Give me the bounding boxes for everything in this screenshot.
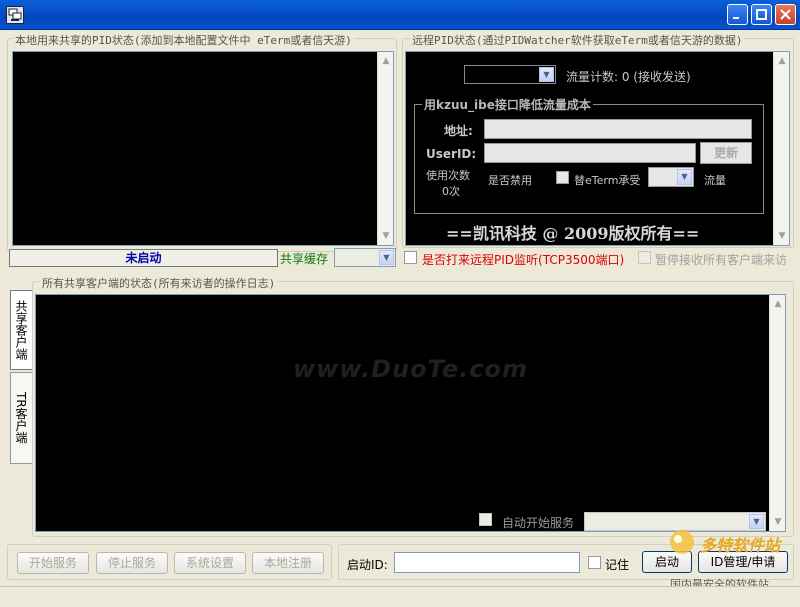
remote-pid-panel: ▼ 流量计数: 0 (接收发送) 用kzuu_ibe接口降低流量成本 地址: U… <box>405 51 790 246</box>
address-input[interactable] <box>484 119 752 139</box>
watermark-logo-text: 多特软件站 <box>700 536 781 555</box>
local-pid-legend: 本地用来共享的PID状态(添加到本地配置文件中 eTerm或者信天游) <box>13 32 354 48</box>
traffic-counter: 流量计数: 0 (接收发送) <box>566 70 691 84</box>
scroll-up-icon[interactable]: ▲ <box>772 298 784 310</box>
scroll-down-icon[interactable]: ▼ <box>772 516 784 528</box>
pause-receive-label[interactable]: 暂停接收所有客户端来访 <box>655 251 787 268</box>
remote-pid-legend: 远程PID状态(通过PIDWatcher软件获取eTerm或者信天游的数据) <box>410 32 745 48</box>
remote-listen-label[interactable]: 是否打来远程PID监听(TCP3500端口) <box>422 251 624 268</box>
address-label: 地址: <box>444 124 473 138</box>
remember-checkbox[interactable] <box>588 556 601 569</box>
scroll-down-icon[interactable]: ▼ <box>776 230 788 242</box>
start-id-input[interactable] <box>394 552 580 573</box>
app-icon <box>6 6 24 24</box>
scroll-up-icon[interactable]: ▲ <box>776 55 788 67</box>
remember-label[interactable]: 记住 <box>605 556 629 573</box>
flow-label: 流量 <box>704 174 726 187</box>
remote-pid-scrollbar[interactable]: ▲ ▼ <box>773 52 789 245</box>
userid-label: UserID: <box>426 147 477 161</box>
chevron-down-icon: ▼ <box>749 514 764 529</box>
close-icon <box>780 9 791 20</box>
status-bar <box>0 586 800 607</box>
auto-start-checkbox[interactable] <box>479 513 492 526</box>
close-button[interactable] <box>775 4 796 25</box>
tab-tr-label: TR客户端 <box>14 392 28 444</box>
disable-label: 是否禁用 <box>488 174 532 187</box>
refresh-button[interactable]: 更新 <box>700 142 752 164</box>
usage-count-label: 使用次数 <box>426 169 470 182</box>
system-settings-button[interactable]: 系统设置 <box>174 552 246 574</box>
inherit-label: 替eTerm承受 <box>574 174 641 187</box>
chevron-down-icon: ▼ <box>677 169 692 185</box>
usage-count-value: 0次 <box>442 185 460 198</box>
minimize-button[interactable] <box>727 4 748 25</box>
local-pid-scrollbar[interactable]: ▲ ▼ <box>377 52 393 245</box>
title-bar <box>0 0 800 30</box>
watermark-center: www.DuoTe.com <box>293 355 528 383</box>
local-register-button[interactable]: 本地注册 <box>252 552 324 574</box>
share-cache-label: 共享缓存 <box>280 252 329 266</box>
chevron-down-icon: ▼ <box>379 250 394 265</box>
tab-share-clients[interactable]: 共享客户端 <box>10 290 32 370</box>
chevron-down-icon: ▼ <box>539 67 554 82</box>
remote-source-select[interactable]: ▼ <box>464 65 556 84</box>
clients-scrollbar[interactable]: ▲ ▼ <box>769 295 785 531</box>
pause-receive-checkbox[interactable] <box>638 251 651 264</box>
scroll-down-icon[interactable]: ▼ <box>380 230 392 242</box>
maximize-button[interactable] <box>751 4 772 25</box>
tab-share-label: 共享客户端 <box>14 300 28 360</box>
clients-legend: 所有共享客户端的状态(所有来访者的操作日志) <box>40 275 278 291</box>
logo-icon <box>670 530 694 554</box>
userid-input[interactable] <box>484 143 696 163</box>
stop-service-button[interactable]: 停止服务 <box>96 552 168 574</box>
copyright-text: ==凯讯科技 @ 2009版权所有== <box>446 224 700 243</box>
start-id-label: 启动ID: <box>347 558 388 572</box>
tab-tr-clients[interactable]: TR客户端 <box>10 372 32 464</box>
watermark-logo: 多特软件站 <box>668 528 798 556</box>
local-pid-list[interactable]: ▲ ▼ <box>12 51 394 246</box>
clients-log[interactable]: www.DuoTe.com 自动开始服务 ▼ ▲ ▼ <box>35 294 786 532</box>
share-cache-select[interactable]: ▼ <box>334 248 396 267</box>
inherit-select[interactable]: ▼ <box>648 167 694 187</box>
disable-checkbox[interactable] <box>556 171 569 184</box>
remote-listen-checkbox[interactable] <box>404 251 417 264</box>
start-service-button[interactable]: 开始服务 <box>17 552 89 574</box>
scroll-up-icon[interactable]: ▲ <box>380 55 392 67</box>
local-status-field: 未启动 <box>9 249 278 267</box>
auto-start-label[interactable]: 自动开始服务 <box>502 514 574 531</box>
ibe-subgroup-legend: 用kzuu_ibe接口降低流量成本 <box>422 96 593 113</box>
